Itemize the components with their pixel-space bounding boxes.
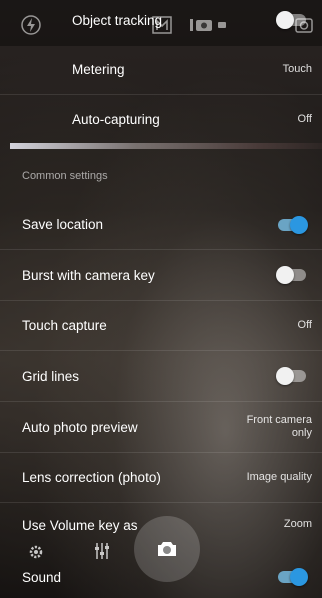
grid-lines-toggle[interactable] [276,367,306,385]
object-tracking-label: Object tracking [72,12,163,28]
filters-icon[interactable] [94,542,110,560]
touch-capture-row[interactable]: Touch capture Off [0,301,322,351]
metering-row[interactable]: Metering Touch [0,45,322,95]
metering-value: Touch [282,63,312,75]
lens-correction-value: Image quality [246,471,312,483]
metering-label: Metering [72,62,125,77]
lens-correction-row[interactable]: Lens correction (photo) Image quality [0,453,322,503]
save-location-label: Save location [22,217,104,232]
grid-lines-label: Grid lines [22,368,80,384]
save-location-toggle[interactable] [278,215,308,234]
auto-photo-preview-value: Front camera only [246,414,312,439]
lens-correction-label: Lens correction (photo) [22,470,161,485]
touch-capture-label: Touch capture [22,318,107,333]
light-streak-divider [10,143,322,149]
auto-photo-preview-label: Auto photo preview [22,419,138,435]
burst-toggle[interactable] [276,266,306,284]
sound-toggle[interactable] [278,568,308,586]
auto-capturing-value: Off [297,112,312,125]
burst-label: Burst with camera key [22,267,155,283]
settings-icon[interactable] [28,544,44,560]
burst-row[interactable]: Burst with camera key [0,250,322,301]
save-location-row[interactable]: Save location [0,200,322,250]
volume-key-value: Zoom [283,518,312,530]
shutter-button[interactable] [134,516,200,582]
camera-shutter-icon [158,542,176,556]
auto-capturing-label: Auto-capturing [72,111,160,127]
object-tracking-row[interactable]: Object tracking [0,0,322,40]
auto-photo-preview-row[interactable]: Auto photo preview Front camera only [0,402,322,453]
section-header-common-settings: Common settings [22,170,108,182]
auto-capturing-row[interactable]: Auto-capturing Off [0,95,322,143]
grid-lines-row[interactable]: Grid lines [0,351,322,402]
touch-capture-value: Off [297,319,312,331]
object-tracking-toggle[interactable] [276,11,306,29]
